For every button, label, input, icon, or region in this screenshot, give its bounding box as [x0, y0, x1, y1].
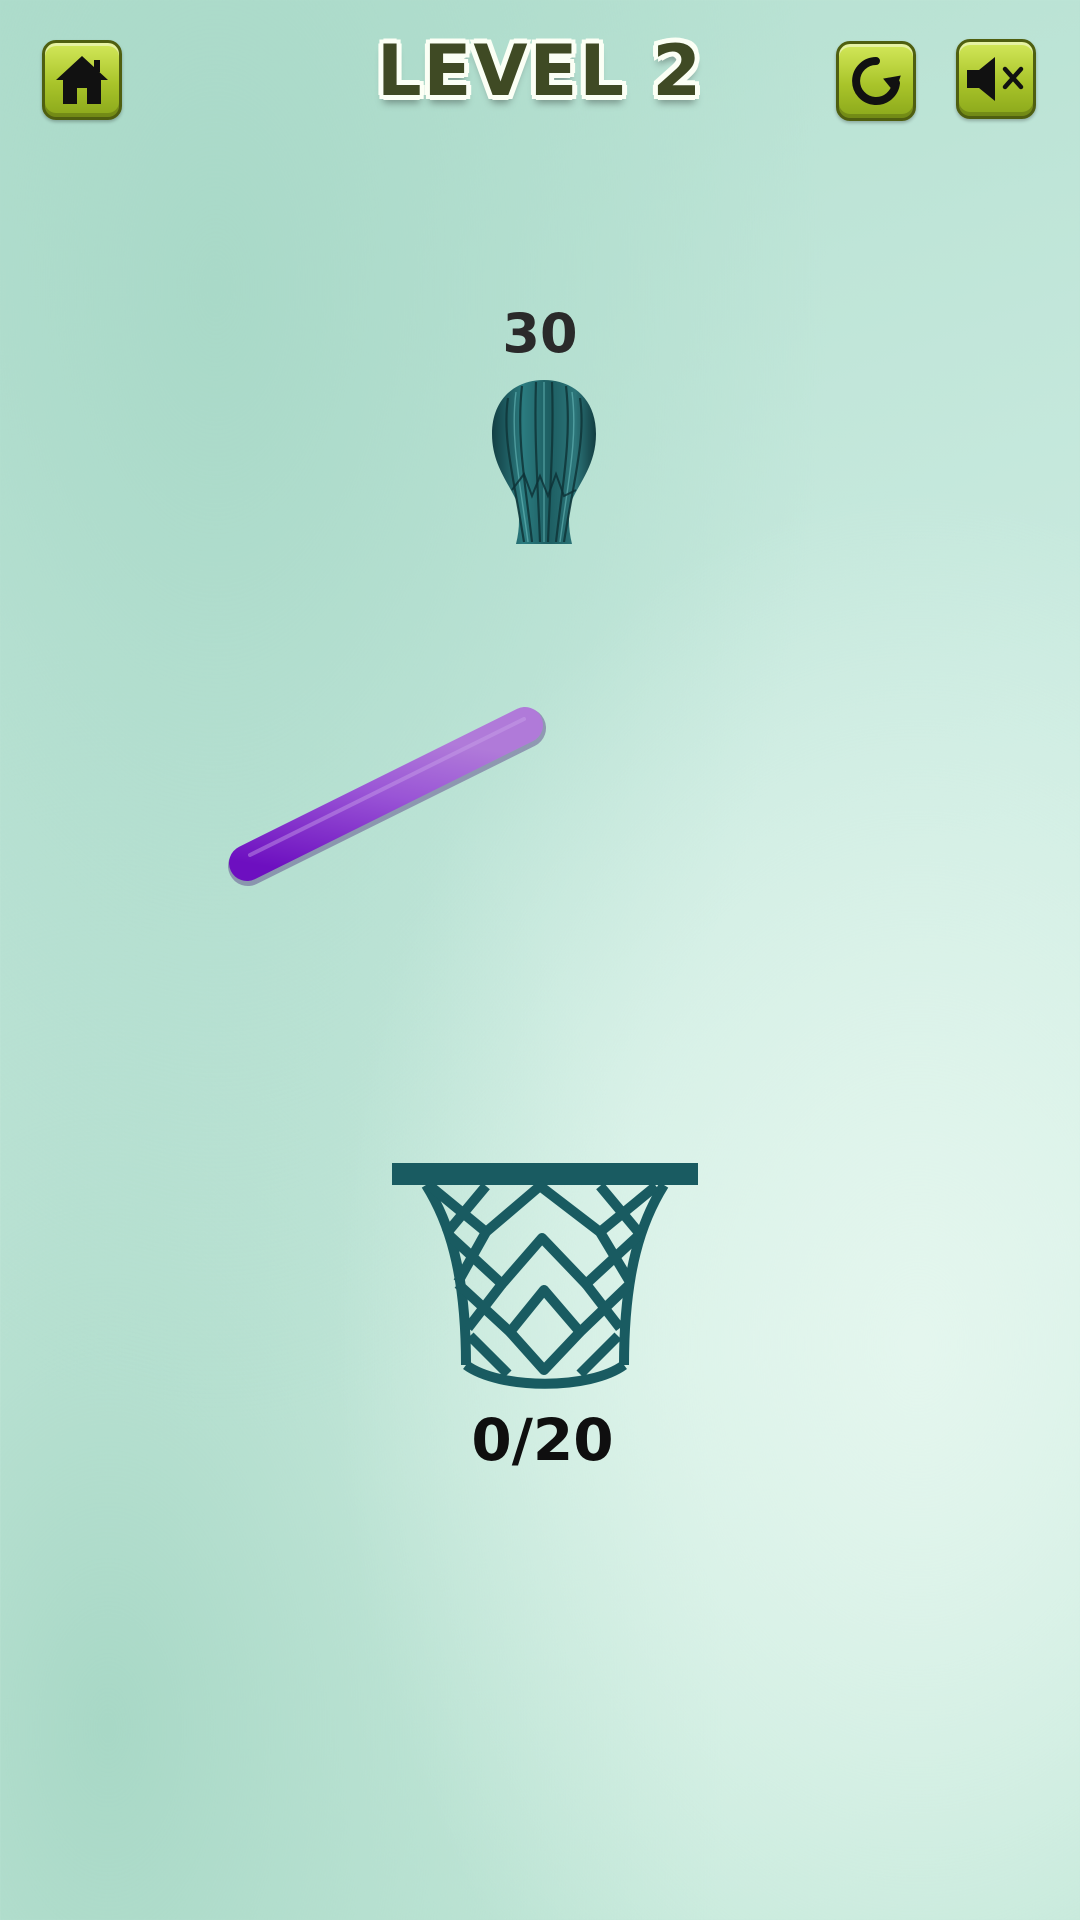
ramp-platform[interactable] [0, 0, 1080, 1920]
basket-hoop [392, 1163, 698, 1389]
score-counter: 0/20 [471, 1406, 614, 1474]
game-canvas[interactable]: LEVEL 2 30 0/20 [0, 0, 1080, 1920]
